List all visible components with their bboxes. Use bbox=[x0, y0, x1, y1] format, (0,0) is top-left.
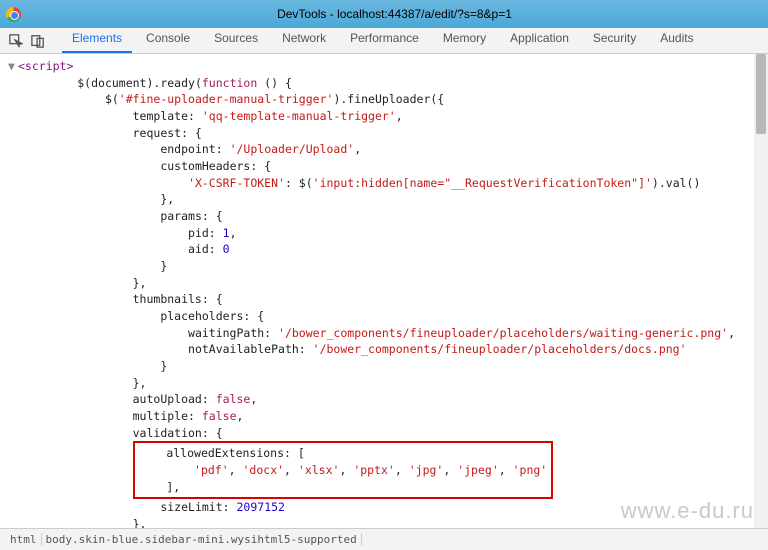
scrollbar-thumb[interactable] bbox=[756, 54, 766, 134]
breadcrumb-html[interactable]: html bbox=[6, 533, 42, 546]
elements-panel[interactable]: ▼<script> $(document).ready(function () … bbox=[0, 54, 768, 528]
devtools-toolbar: Elements Console Sources Network Perform… bbox=[0, 28, 768, 54]
breadcrumb-body[interactable]: body.skin-blue.sidebar-mini.wysihtml5-su… bbox=[42, 533, 362, 546]
script-open-tag: <script> bbox=[18, 59, 73, 73]
panel-tabs: Elements Console Sources Network Perform… bbox=[62, 28, 704, 53]
tab-application[interactable]: Application bbox=[500, 26, 579, 53]
tab-audits[interactable]: Audits bbox=[650, 26, 703, 53]
chrome-icon bbox=[6, 7, 21, 22]
inspect-icon[interactable] bbox=[8, 33, 24, 49]
tab-performance[interactable]: Performance bbox=[340, 26, 429, 53]
allowed-extensions-highlight: allowedExtensions: [ 'pdf', 'docx', 'xls… bbox=[133, 441, 554, 499]
tab-network[interactable]: Network bbox=[272, 26, 336, 53]
window-titlebar: DevTools - localhost:44387/a/edit/?s=8&p… bbox=[0, 0, 768, 28]
tab-elements[interactable]: Elements bbox=[62, 26, 132, 53]
breadcrumb-bar: html body.skin-blue.sidebar-mini.wysihtm… bbox=[0, 528, 768, 550]
tab-memory[interactable]: Memory bbox=[433, 26, 496, 53]
tab-console[interactable]: Console bbox=[136, 26, 200, 53]
device-toggle-icon[interactable] bbox=[30, 33, 46, 49]
window-title: DevTools - localhost:44387/a/edit/?s=8&p… bbox=[27, 7, 762, 21]
tab-security[interactable]: Security bbox=[583, 26, 646, 53]
tab-sources[interactable]: Sources bbox=[204, 26, 268, 53]
